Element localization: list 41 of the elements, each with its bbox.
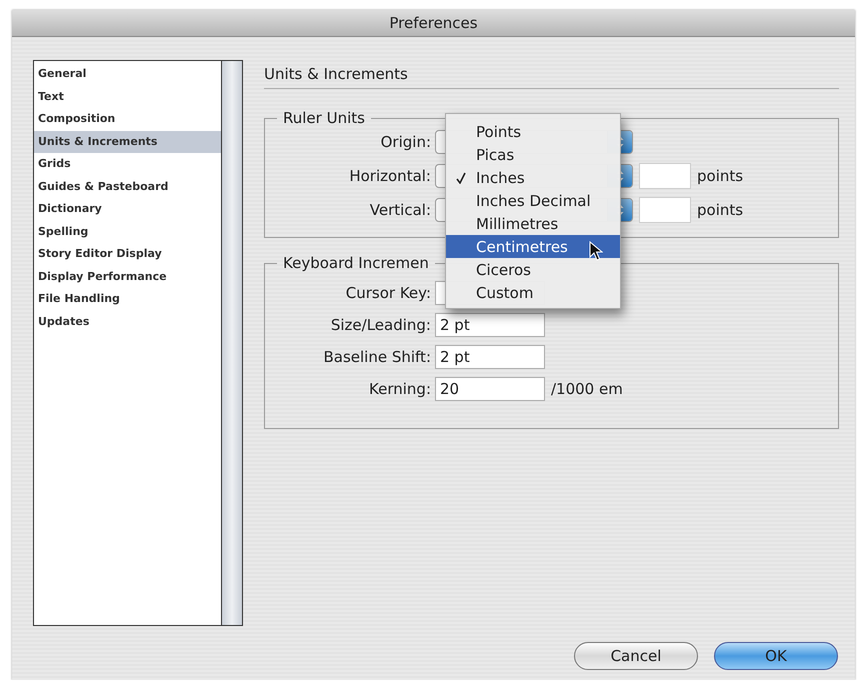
sidebar-item[interactable]: Guides & Pasteboard: [34, 176, 221, 198]
sidebar-item[interactable]: Story Editor Display: [34, 243, 221, 266]
gutter-input-field[interactable]: [639, 197, 691, 223]
sidebar-item[interactable]: File Handling: [34, 288, 221, 310]
menu-item[interactable]: Centimetres: [446, 235, 620, 258]
sidebar-item[interactable]: Units & Increments: [34, 130, 221, 153]
group-title: Ruler Units: [282, 109, 366, 127]
field-label: Cursor Key:: [346, 284, 431, 302]
menu-item[interactable]: Millimetres: [446, 212, 620, 235]
menu-item[interactable]: Ciceros: [446, 258, 620, 281]
sidebar-item[interactable]: Composition: [34, 108, 221, 130]
field-label: Size/Leading:: [330, 316, 431, 334]
sidebar-item[interactable]: Display Performance: [34, 266, 221, 288]
unit-label: points: [697, 201, 744, 219]
unit-label: points: [697, 167, 744, 185]
menu-item[interactable]: Inches: [446, 166, 620, 189]
menu-item[interactable]: Points: [446, 120, 620, 143]
field-label: Baseline Shift:: [323, 348, 431, 366]
section-title: Units & Increments: [264, 65, 408, 83]
sidebar-item[interactable]: Spelling: [34, 220, 221, 243]
dialog-button[interactable]: OK: [714, 642, 838, 670]
input-field[interactable]: 2 pt: [435, 313, 545, 337]
field-label: Origin:: [380, 133, 431, 151]
sidebar-item[interactable]: Text: [34, 86, 221, 108]
dialog-button[interactable]: Cancel: [574, 642, 698, 670]
field-label: Horizontal:: [349, 167, 431, 185]
input-field[interactable]: 20: [435, 377, 545, 401]
field-label: Vertical:: [370, 201, 431, 219]
sidebar-item[interactable]: Grids: [34, 153, 221, 176]
window-title: Preferences: [389, 14, 478, 32]
menu-item[interactable]: Custom: [446, 281, 620, 304]
menu-item[interactable]: Picas: [446, 143, 620, 166]
menu-item[interactable]: Inches Decimal: [446, 189, 620, 212]
sidebar-item[interactable]: Updates: [34, 310, 221, 333]
unit-label: /1000 em: [551, 380, 623, 398]
sidebar-item[interactable]: Dictionary: [34, 198, 221, 220]
sidebar-item[interactable]: General: [34, 63, 221, 86]
gutter-input-field[interactable]: [639, 163, 691, 189]
input-field[interactable]: 2 pt: [435, 345, 545, 369]
field-label: Kerning:: [369, 380, 431, 398]
group-title: Keyboard Incremen: [282, 254, 430, 272]
